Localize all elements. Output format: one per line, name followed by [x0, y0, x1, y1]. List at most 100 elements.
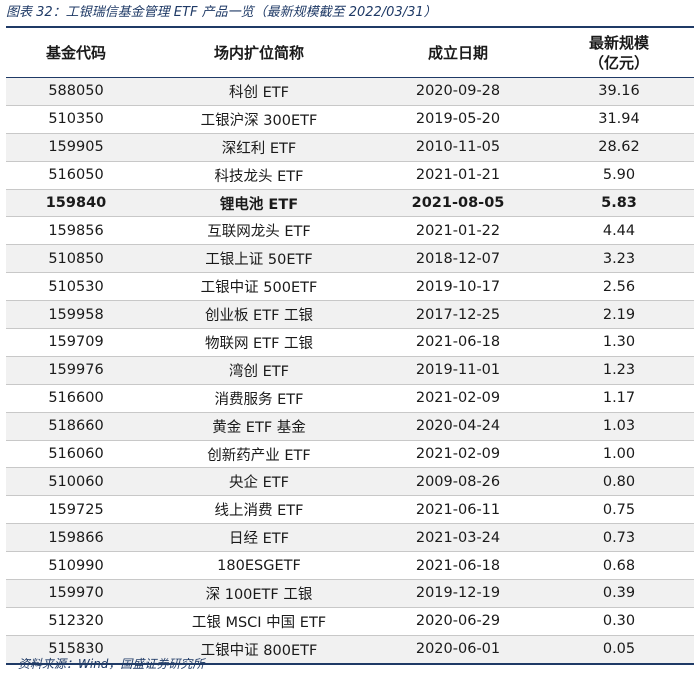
cell-date: 2009-08-26 — [372, 467, 544, 497]
cell-size: 0.80 — [544, 467, 694, 497]
table-row: 516050 科技龙头 ETF 2021-01-21 5.90 — [6, 161, 694, 190]
cell-code: 512320 — [6, 607, 146, 636]
table-row: 510990 180ESGETF 2021-06-18 0.68 — [6, 551, 694, 581]
cell-date: 2021-06-18 — [372, 551, 544, 581]
cell-name: 湾创 ETF — [146, 356, 372, 385]
cell-size: 1.03 — [544, 412, 694, 441]
cell-code: 159958 — [6, 300, 146, 330]
cell-date: 2020-09-28 — [372, 77, 544, 106]
cell-name: 央企 ETF — [146, 467, 372, 497]
cell-date: 2021-06-11 — [372, 495, 544, 525]
cell-code: 159976 — [6, 356, 146, 385]
table-row: 159840 锂电池 ETF 2021-08-05 5.83 — [6, 189, 694, 218]
cell-size: 5.90 — [544, 161, 694, 190]
cell-code: 510530 — [6, 272, 146, 302]
cell-code: 159840 — [6, 189, 146, 218]
cell-date: 2020-06-29 — [372, 607, 544, 636]
table-row: 510530 工银中证 500ETF 2019-10-17 2.56 — [6, 272, 694, 302]
cell-code: 159709 — [6, 328, 146, 357]
cell-name: 科创 ETF — [146, 77, 372, 106]
cell-size: 0.73 — [544, 523, 694, 553]
table-row: 159709 物联网 ETF 工银 2021-06-18 1.30 — [6, 328, 694, 357]
table-row: 516600 消费服务 ETF 2021-02-09 1.17 — [6, 384, 694, 413]
table-row: 159866 日经 ETF 2021-03-24 0.73 — [6, 523, 694, 553]
header-row: 基金代码 场内扩位简称 成立日期 最新规模 （亿元） — [6, 29, 694, 78]
table-row: 510350 工银沪深 300ETF 2019-05-20 31.94 — [6, 105, 694, 134]
cell-size: 28.62 — [544, 133, 694, 162]
cell-date: 2019-10-17 — [372, 272, 544, 302]
cell-size: 0.30 — [544, 607, 694, 636]
cell-code: 510060 — [6, 467, 146, 497]
cell-code: 159856 — [6, 216, 146, 246]
cell-name: 物联网 ETF 工银 — [146, 328, 372, 357]
cell-name: 180ESGETF — [146, 551, 372, 581]
header-name: 场内扩位简称 — [146, 29, 372, 78]
cell-date: 2021-03-24 — [372, 523, 544, 553]
header-size-line2: （亿元） — [588, 54, 649, 72]
cell-code: 510350 — [6, 105, 146, 134]
table-row: 518660 黄金 ETF 基金 2020-04-24 1.03 — [6, 412, 694, 441]
cell-name: 日经 ETF — [146, 523, 372, 553]
cell-size: 2.19 — [544, 300, 694, 330]
cell-date: 2017-12-25 — [372, 300, 544, 330]
cell-date: 2010-11-05 — [372, 133, 544, 162]
cell-name: 消费服务 ETF — [146, 384, 372, 413]
cell-code: 516060 — [6, 440, 146, 469]
etf-table: 基金代码 场内扩位简称 成立日期 最新规模 （亿元） 588050 科创 ETF 2… — [6, 29, 694, 665]
cell-size: 1.30 — [544, 328, 694, 357]
cell-name: 工银中证 500ETF — [146, 272, 372, 302]
cell-name: 科技龙头 ETF — [146, 161, 372, 190]
cell-date: 2021-01-22 — [372, 216, 544, 246]
cell-name: 深红利 ETF — [146, 133, 372, 162]
cell-date: 2021-02-09 — [372, 384, 544, 413]
table-row: 159958 创业板 ETF 工银 2017-12-25 2.19 — [6, 300, 694, 330]
cell-size: 3.23 — [544, 244, 694, 274]
cell-date: 2021-08-05 — [372, 189, 544, 218]
table-row: 588050 科创 ETF 2020-09-28 39.16 — [6, 77, 694, 106]
cell-size: 1.00 — [544, 440, 694, 469]
header-date: 成立日期 — [372, 29, 544, 78]
cell-name: 工银沪深 300ETF — [146, 105, 372, 134]
cell-size: 2.56 — [544, 272, 694, 302]
table-row: 516060 创新药产业 ETF 2021-02-09 1.00 — [6, 440, 694, 469]
table-caption: 图表 32：工银瑞信基金管理 ETF 产品一览（最新规模截至 2022/03/3… — [6, 5, 437, 20]
table-row: 512320 工银 MSCI 中国 ETF 2020-06-29 0.30 — [6, 607, 694, 636]
cell-code: 159725 — [6, 495, 146, 525]
cell-name: 工银上证 50ETF — [146, 244, 372, 274]
cell-size: 4.44 — [544, 216, 694, 246]
cell-date: 2021-02-09 — [372, 440, 544, 469]
cell-date: 2020-04-24 — [372, 412, 544, 441]
cell-name: 创业板 ETF 工银 — [146, 300, 372, 330]
source-note: 资料来源：Wind，国盛证券研究所 — [18, 657, 205, 671]
cell-date: 2021-06-18 — [372, 328, 544, 357]
cell-name: 工银 MSCI 中国 ETF — [146, 607, 372, 636]
cell-date: 2019-05-20 — [372, 105, 544, 134]
cell-size: 0.75 — [544, 495, 694, 525]
cell-name: 线上消费 ETF — [146, 495, 372, 525]
cell-size: 0.68 — [544, 551, 694, 581]
cell-code: 159866 — [6, 523, 146, 553]
cell-name: 黄金 ETF 基金 — [146, 412, 372, 441]
cell-code: 510990 — [6, 551, 146, 581]
cell-size: 0.05 — [544, 635, 694, 665]
header-code: 基金代码 — [6, 29, 146, 78]
cell-date: 2019-12-19 — [372, 579, 544, 608]
top-rule — [6, 26, 694, 28]
cell-name: 深 100ETF 工银 — [146, 579, 372, 608]
cell-size: 39.16 — [544, 77, 694, 106]
cell-size: 31.94 — [544, 105, 694, 134]
cell-size: 0.39 — [544, 579, 694, 608]
table-row: 510060 央企 ETF 2009-08-26 0.80 — [6, 467, 694, 497]
cell-code: 516050 — [6, 161, 146, 190]
header-size-line1: 最新规模 — [588, 34, 649, 52]
table-body: 588050 科创 ETF 2020-09-28 39.16 510350 工银沪深 30… — [6, 77, 694, 665]
table-row: 159905 深红利 ETF 2010-11-05 28.62 — [6, 133, 694, 162]
cell-code: 159970 — [6, 579, 146, 608]
header-size: 最新规模 （亿元） — [544, 29, 694, 78]
cell-name: 锂电池 ETF — [146, 189, 372, 218]
table-row: 159725 线上消费 ETF 2021-06-11 0.75 — [6, 495, 694, 525]
table-row: 159970 深 100ETF 工银 2019-12-19 0.39 — [6, 579, 694, 608]
cell-code: 516600 — [6, 384, 146, 413]
cell-code: 159905 — [6, 133, 146, 162]
cell-date: 2019-11-01 — [372, 356, 544, 385]
